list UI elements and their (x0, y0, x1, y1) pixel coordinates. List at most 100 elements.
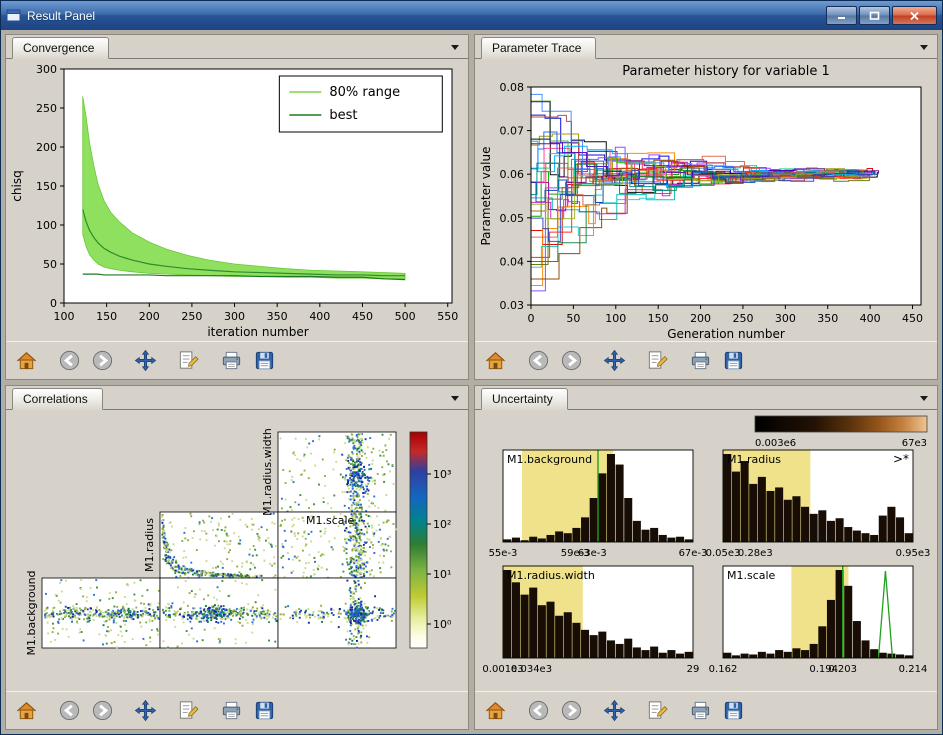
svg-text:50: 50 (566, 312, 580, 325)
pan-icon (603, 349, 626, 372)
save-button[interactable] (249, 696, 279, 726)
home-icon (15, 349, 38, 372)
tab-correlations[interactable]: Correlations (12, 388, 103, 410)
chevron-down-icon (920, 45, 928, 50)
pan-button[interactable] (599, 696, 629, 726)
configure-button[interactable] (642, 345, 672, 375)
chevron-down-icon (451, 396, 459, 401)
svg-text:0.034e3: 0.034e3 (511, 664, 552, 675)
save-icon (722, 349, 745, 372)
pan-button[interactable] (130, 345, 160, 375)
trace-figure: 0501001502002503003504004500.030.040.050… (475, 59, 937, 341)
svg-text:M1.scale: M1.scale (306, 514, 355, 527)
forward-icon (91, 349, 114, 372)
configure-button[interactable] (173, 345, 203, 375)
uncertainty-figure: 0.003e667e3M1.background55e-359e-363e-36… (475, 410, 937, 692)
tab-uncertainty[interactable]: Uncertainty (481, 388, 568, 410)
configure-icon (177, 699, 200, 722)
svg-text:0.08: 0.08 (500, 81, 525, 94)
svg-text:150: 150 (648, 312, 669, 325)
back-button[interactable] (523, 696, 553, 726)
forward-button[interactable] (87, 696, 117, 726)
close-icon (909, 11, 920, 21)
svg-text:0.05e3: 0.05e3 (706, 548, 741, 559)
svg-text:0.95e3: 0.95e3 (896, 548, 931, 559)
svg-text:0.203: 0.203 (828, 664, 857, 675)
svg-text:Generation number: Generation number (667, 327, 785, 341)
pan-icon (603, 699, 626, 722)
convergence-toolbar (6, 341, 468, 379)
svg-text:300: 300 (775, 312, 796, 325)
svg-text:200: 200 (690, 312, 711, 325)
tab-parameter-trace[interactable]: Parameter Trace (481, 37, 596, 59)
correlations-plot-dropdown[interactable] (445, 390, 465, 407)
close-button[interactable] (892, 6, 937, 25)
print-button[interactable] (685, 345, 715, 375)
svg-text:29: 29 (687, 664, 700, 675)
svg-text:100: 100 (36, 219, 57, 232)
maximize-button[interactable] (859, 6, 890, 25)
pan-button[interactable] (599, 345, 629, 375)
configure-button[interactable] (173, 696, 203, 726)
tab-convergence[interactable]: Convergence (12, 37, 109, 59)
pan-icon (134, 349, 157, 372)
forward-icon (560, 349, 583, 372)
convergence-plot-dropdown[interactable] (445, 39, 465, 56)
minimize-button[interactable] (826, 6, 857, 25)
forward-button[interactable] (556, 696, 586, 726)
svg-text:500: 500 (395, 310, 416, 323)
svg-text:400: 400 (860, 312, 881, 325)
back-button[interactable] (54, 345, 84, 375)
svg-text:150: 150 (36, 180, 57, 193)
svg-text:550: 550 (437, 310, 458, 323)
forward-button[interactable] (87, 345, 117, 375)
home-icon (484, 349, 507, 372)
save-button[interactable] (718, 696, 748, 726)
home-button[interactable] (480, 345, 510, 375)
svg-text:0.04: 0.04 (500, 255, 525, 268)
correlations-canvas[interactable]: M1.radius.widthM1.radiusM1.backgroundM1.… (6, 410, 466, 692)
trace-toolbar (475, 341, 937, 379)
svg-text:55e-3: 55e-3 (489, 548, 518, 559)
save-icon (253, 349, 276, 372)
svg-text:0.214: 0.214 (899, 664, 928, 675)
configure-button[interactable] (642, 696, 672, 726)
print-button[interactable] (216, 696, 246, 726)
titlebar[interactable]: Result Panel (1, 1, 942, 31)
save-button[interactable] (249, 345, 279, 375)
forward-button[interactable] (556, 345, 586, 375)
pan-button[interactable] (130, 696, 160, 726)
print-button[interactable] (216, 345, 246, 375)
svg-text:250: 250 (181, 310, 202, 323)
forward-icon (91, 699, 114, 722)
back-button[interactable] (523, 345, 553, 375)
back-button[interactable] (54, 696, 84, 726)
svg-text:M1.radius.width: M1.radius.width (507, 569, 595, 582)
save-icon (253, 699, 276, 722)
trace-plot-dropdown[interactable] (914, 39, 934, 56)
svg-text:M1.radius: M1.radius (143, 517, 156, 571)
uncertainty-toolbar (475, 691, 937, 729)
svg-text:0.03: 0.03 (500, 299, 525, 312)
save-button[interactable] (718, 345, 748, 375)
uncertainty-canvas[interactable]: 0.003e667e3M1.background55e-359e-363e-36… (475, 410, 935, 692)
svg-text:10²: 10² (433, 518, 451, 531)
svg-text:250: 250 (732, 312, 753, 325)
uncertainty-plot-dropdown[interactable] (914, 390, 934, 407)
minimize-icon (837, 11, 847, 20)
forward-icon (560, 699, 583, 722)
panel-parameter-trace: Parameter Trace 050100150200250300350400… (474, 34, 938, 380)
svg-text:10⁰: 10⁰ (433, 618, 452, 631)
home-button[interactable] (480, 696, 510, 726)
trace-canvas[interactable]: 0501001502002503003504004500.030.040.050… (475, 59, 935, 341)
convergence-figure: 1001502002503003504004505005500501001502… (6, 59, 468, 341)
svg-text:350: 350 (267, 310, 288, 323)
home-button[interactable] (11, 345, 41, 375)
panel-uncertainty: Uncertainty 0.003e667e3M1.background55e-… (474, 385, 938, 731)
convergence-canvas[interactable]: 1001502002503003504004505005500501001502… (6, 59, 466, 341)
home-button[interactable] (11, 696, 41, 726)
svg-text:M1.background: M1.background (507, 453, 592, 466)
svg-text:100: 100 (54, 310, 75, 323)
svg-text:0.05: 0.05 (500, 212, 525, 225)
print-button[interactable] (685, 696, 715, 726)
